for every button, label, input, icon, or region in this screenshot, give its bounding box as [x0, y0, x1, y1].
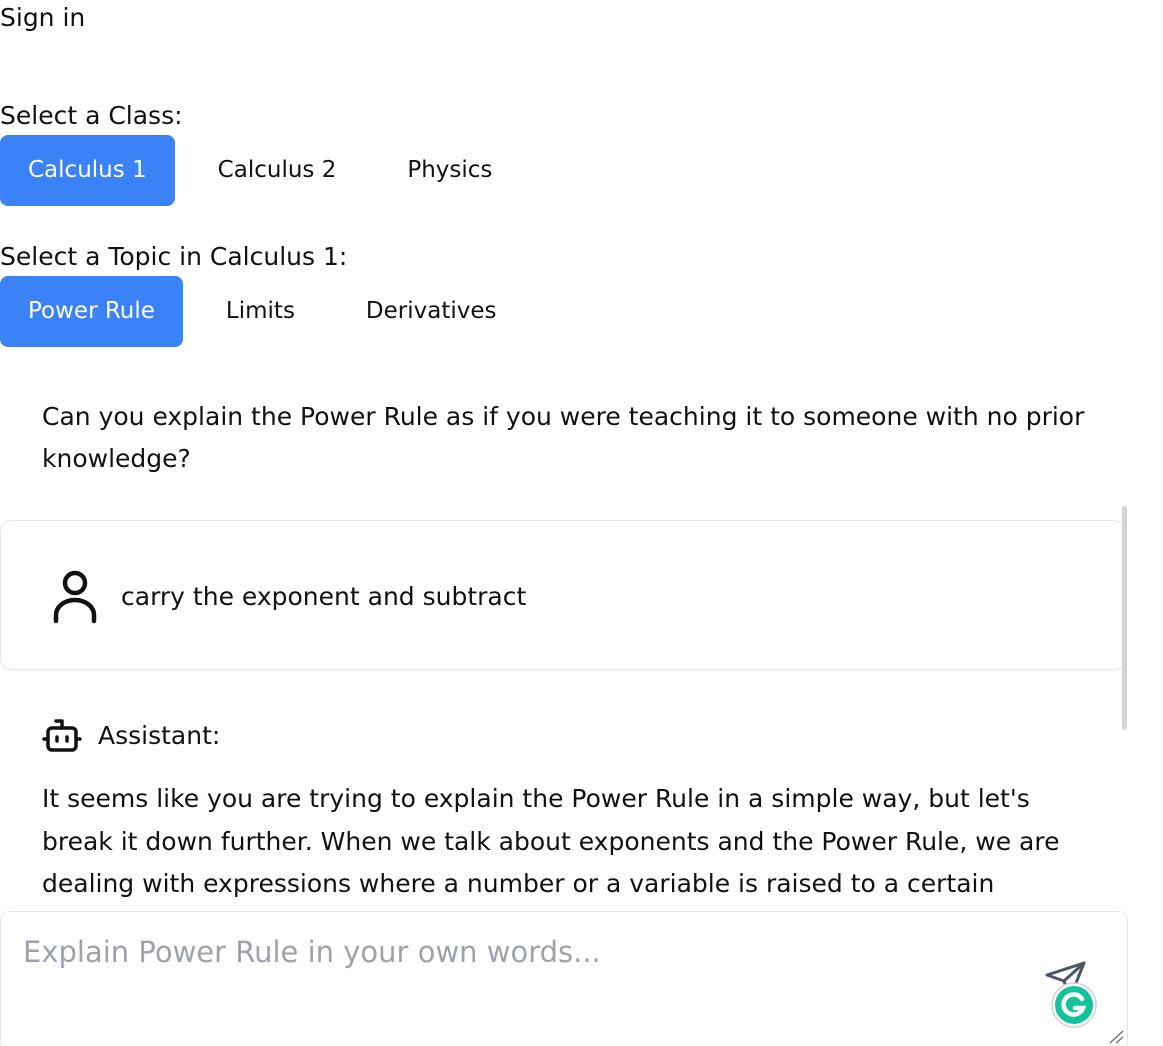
class-option-calculus-1[interactable]: Calculus 1	[0, 135, 175, 206]
class-option-calculus-2[interactable]: Calculus 2	[190, 135, 365, 206]
user-message-text: carry the exponent and subtract	[121, 582, 527, 611]
topic-option-limits[interactable]: Limits	[198, 276, 323, 347]
page: Sign in Select a Class: Calculus 1 Calcu…	[0, 0, 1163, 1046]
user-icon	[53, 570, 97, 624]
class-selector-label: Select a Class:	[0, 101, 183, 130]
prompt-question: Can you explain the Power Rule as if you…	[42, 402, 1085, 473]
topic-option-power-rule[interactable]: Power Rule	[0, 276, 183, 347]
assistant-message-text: It seems like you are trying to explain …	[42, 784, 1060, 898]
grammarly-icon[interactable]	[1047, 980, 1101, 1030]
topic-selector: Power Rule Limits Derivatives	[0, 276, 540, 347]
signin-link[interactable]: Sign in	[0, 2, 85, 34]
class-option-physics[interactable]: Physics	[379, 135, 520, 206]
chat-scrollbar[interactable]	[1122, 506, 1127, 730]
assistant-header: Assistant:	[42, 716, 220, 756]
assistant-label: Assistant:	[98, 721, 221, 750]
answer-input[interactable]	[23, 932, 1023, 1032]
topic-selector-label: Select a Topic in Calculus 1:	[0, 242, 348, 271]
class-selector: Calculus 1 Calculus 2 Physics	[0, 135, 535, 206]
composer	[0, 911, 1128, 1046]
user-message-card: carry the exponent and subtract	[0, 520, 1126, 670]
topic-option-derivatives[interactable]: Derivatives	[338, 276, 525, 347]
resize-handle-icon[interactable]	[1108, 1030, 1124, 1044]
bot-icon	[42, 719, 82, 752]
